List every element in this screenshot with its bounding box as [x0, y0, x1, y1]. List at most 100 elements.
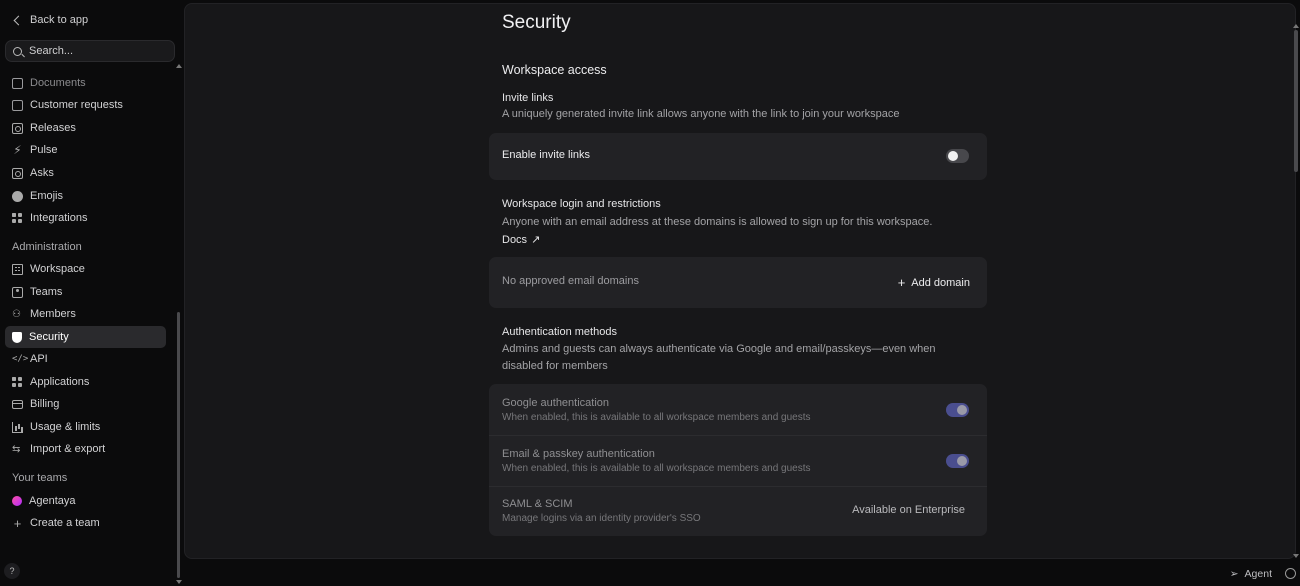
sidebar-item-label: Releases — [30, 122, 76, 134]
docs-link[interactable]: Docs ↗ — [502, 233, 541, 247]
chevron-left-icon — [13, 15, 24, 25]
workspace-icon — [12, 263, 23, 275]
add-domain-button[interactable]: + Add domain — [898, 275, 970, 290]
email-passkey-toggle[interactable] — [946, 454, 969, 468]
sidebar-item-label: API — [30, 353, 48, 365]
search-icon — [13, 46, 22, 56]
google-auth-row: Google authentication When enabled, this… — [502, 397, 974, 423]
main-scroll-up-arrow[interactable] — [1293, 24, 1299, 28]
login-restrictions-title: Workspace login and restrictions — [502, 198, 661, 210]
sidebar-item-releases[interactable]: Releases — [5, 117, 166, 139]
auth-methods-description: Admins and guests can always authenticat… — [502, 343, 936, 372]
enable-invite-label: Enable invite links — [502, 149, 591, 161]
document-icon — [12, 77, 23, 89]
members-icon: ⚇ — [12, 308, 21, 320]
auth-methods-card: Google authentication When enabled, this… — [489, 384, 987, 536]
invite-links-title: Invite links — [502, 92, 554, 104]
swap-icon: ⇆ — [12, 443, 21, 455]
shield-icon — [12, 331, 22, 343]
applications-icon — [12, 376, 23, 388]
agent-label: Agent — [1244, 568, 1272, 580]
google-auth-label: Google authentication — [502, 397, 610, 409]
sidebar-item-asks[interactable]: Asks — [5, 162, 166, 184]
chart-icon — [12, 421, 23, 433]
emoji-icon — [12, 190, 23, 202]
main-scrollbar-thumb[interactable] — [1294, 30, 1298, 172]
enterprise-badge: Available on Enterprise — [852, 504, 965, 516]
sidebar-item-label: Applications — [30, 376, 90, 388]
agent-button[interactable]: ➢ Agent — [1230, 568, 1272, 580]
sidebar-item-customer-requests[interactable]: Customer requests — [5, 94, 166, 116]
sidebar: Back to app Documents Customer requests … — [0, 0, 184, 586]
sidebar-item-label: Billing — [30, 398, 60, 410]
scroll-up-arrow[interactable] — [176, 64, 182, 68]
team-avatar — [12, 496, 22, 506]
help-icon: ? — [9, 566, 15, 576]
sidebar-item-label: Pulse — [30, 144, 58, 156]
sidebar-item-security[interactable]: Security — [5, 326, 166, 348]
workspace-access-heading: Workspace access — [502, 63, 607, 77]
google-auth-sub: When enabled, this is available to all w… — [502, 412, 811, 423]
auth-methods-title: Authentication methods — [502, 326, 617, 338]
sidebar-item-label: Integrations — [30, 212, 88, 224]
sidebar-item-pulse[interactable]: ⚡ Pulse — [5, 139, 166, 161]
external-link-icon: ↗ — [531, 234, 541, 246]
invite-links-description: A uniquely generated invite link allows … — [502, 108, 900, 120]
sidebar-item-applications[interactable]: Applications — [5, 371, 166, 393]
add-domain-label: Add domain — [911, 276, 970, 289]
create-team-button[interactable]: + Create a team — [5, 512, 166, 534]
back-to-app-link[interactable]: Back to app — [12, 12, 88, 28]
docs-label: Docs — [502, 233, 528, 246]
your-teams-heading: Your teams — [12, 472, 68, 484]
sidebar-item-label: Agentaya — [29, 495, 76, 507]
sidebar-item-import-export[interactable]: ⇆ Import & export — [5, 438, 166, 460]
email-passkey-sub: When enabled, this is available to all w… — [502, 463, 811, 474]
email-passkey-label: Email & passkey authentication — [502, 448, 655, 460]
sidebar-item-label: Members — [30, 308, 76, 320]
pulse-icon: ⚡ — [13, 142, 22, 157]
sidebar-item-members[interactable]: ⚇ Members — [5, 303, 166, 325]
sidebar-item-emojis[interactable]: Emojis — [5, 185, 166, 207]
scroll-down-arrow[interactable] — [176, 580, 182, 584]
sidebar-item-workspace[interactable]: Workspace — [5, 258, 166, 280]
bottom-bar: ➢ Agent — [184, 563, 1300, 586]
sidebar-item-label: Usage & limits — [30, 421, 101, 433]
code-icon: </> — [12, 353, 29, 364]
search-input[interactable] — [29, 45, 169, 57]
sidebar-item-label: Workspace — [30, 263, 85, 275]
invite-links-card: Enable invite links — [489, 133, 987, 180]
no-domains-text: No approved email domains — [502, 275, 639, 287]
sidebar-item-billing[interactable]: Billing — [5, 393, 166, 415]
customer-requests-icon — [12, 99, 23, 111]
google-auth-toggle[interactable] — [946, 403, 969, 417]
administration-heading: Administration — [12, 241, 82, 253]
login-restrictions-description: Anyone with an email address at these do… — [502, 216, 933, 228]
enable-invite-row: Enable invite links — [502, 149, 974, 161]
sidebar-item-api[interactable]: </> API — [5, 348, 166, 370]
plus-icon: + — [897, 275, 906, 290]
billing-icon — [12, 399, 23, 409]
sidebar-item-documents[interactable]: Documents — [5, 72, 166, 94]
sidebar-item-team-agentaya[interactable]: Agentaya — [5, 490, 166, 512]
enable-invite-toggle[interactable] — [946, 149, 969, 163]
sidebar-item-label: Security — [29, 331, 69, 343]
search-box[interactable] — [5, 40, 175, 62]
sidebar-item-label: Asks — [30, 167, 54, 179]
sidebar-item-label: Teams — [30, 286, 63, 298]
releases-icon — [12, 122, 23, 134]
main-scroll-down-arrow[interactable] — [1293, 554, 1299, 558]
sidebar-item-teams[interactable]: Teams — [5, 281, 166, 303]
page-title: Security — [502, 12, 571, 33]
sidebar-item-label: Import & export — [30, 443, 106, 455]
sidebar-item-integrations[interactable]: Integrations — [5, 207, 166, 229]
plus-icon: + — [13, 515, 22, 531]
send-icon: ➢ — [1229, 568, 1239, 580]
sidebar-item-label: Documents — [30, 77, 86, 89]
sidebar-item-usage-limits[interactable]: Usage & limits — [5, 416, 166, 438]
history-icon[interactable] — [1285, 568, 1296, 579]
divider — [489, 435, 987, 436]
sidebar-item-label: Customer requests — [30, 99, 123, 111]
sidebar-scrollbar-thumb[interactable] — [177, 312, 180, 578]
help-button[interactable]: ? — [4, 563, 20, 579]
email-domains-card: No approved email domains + Add domain — [489, 257, 987, 308]
